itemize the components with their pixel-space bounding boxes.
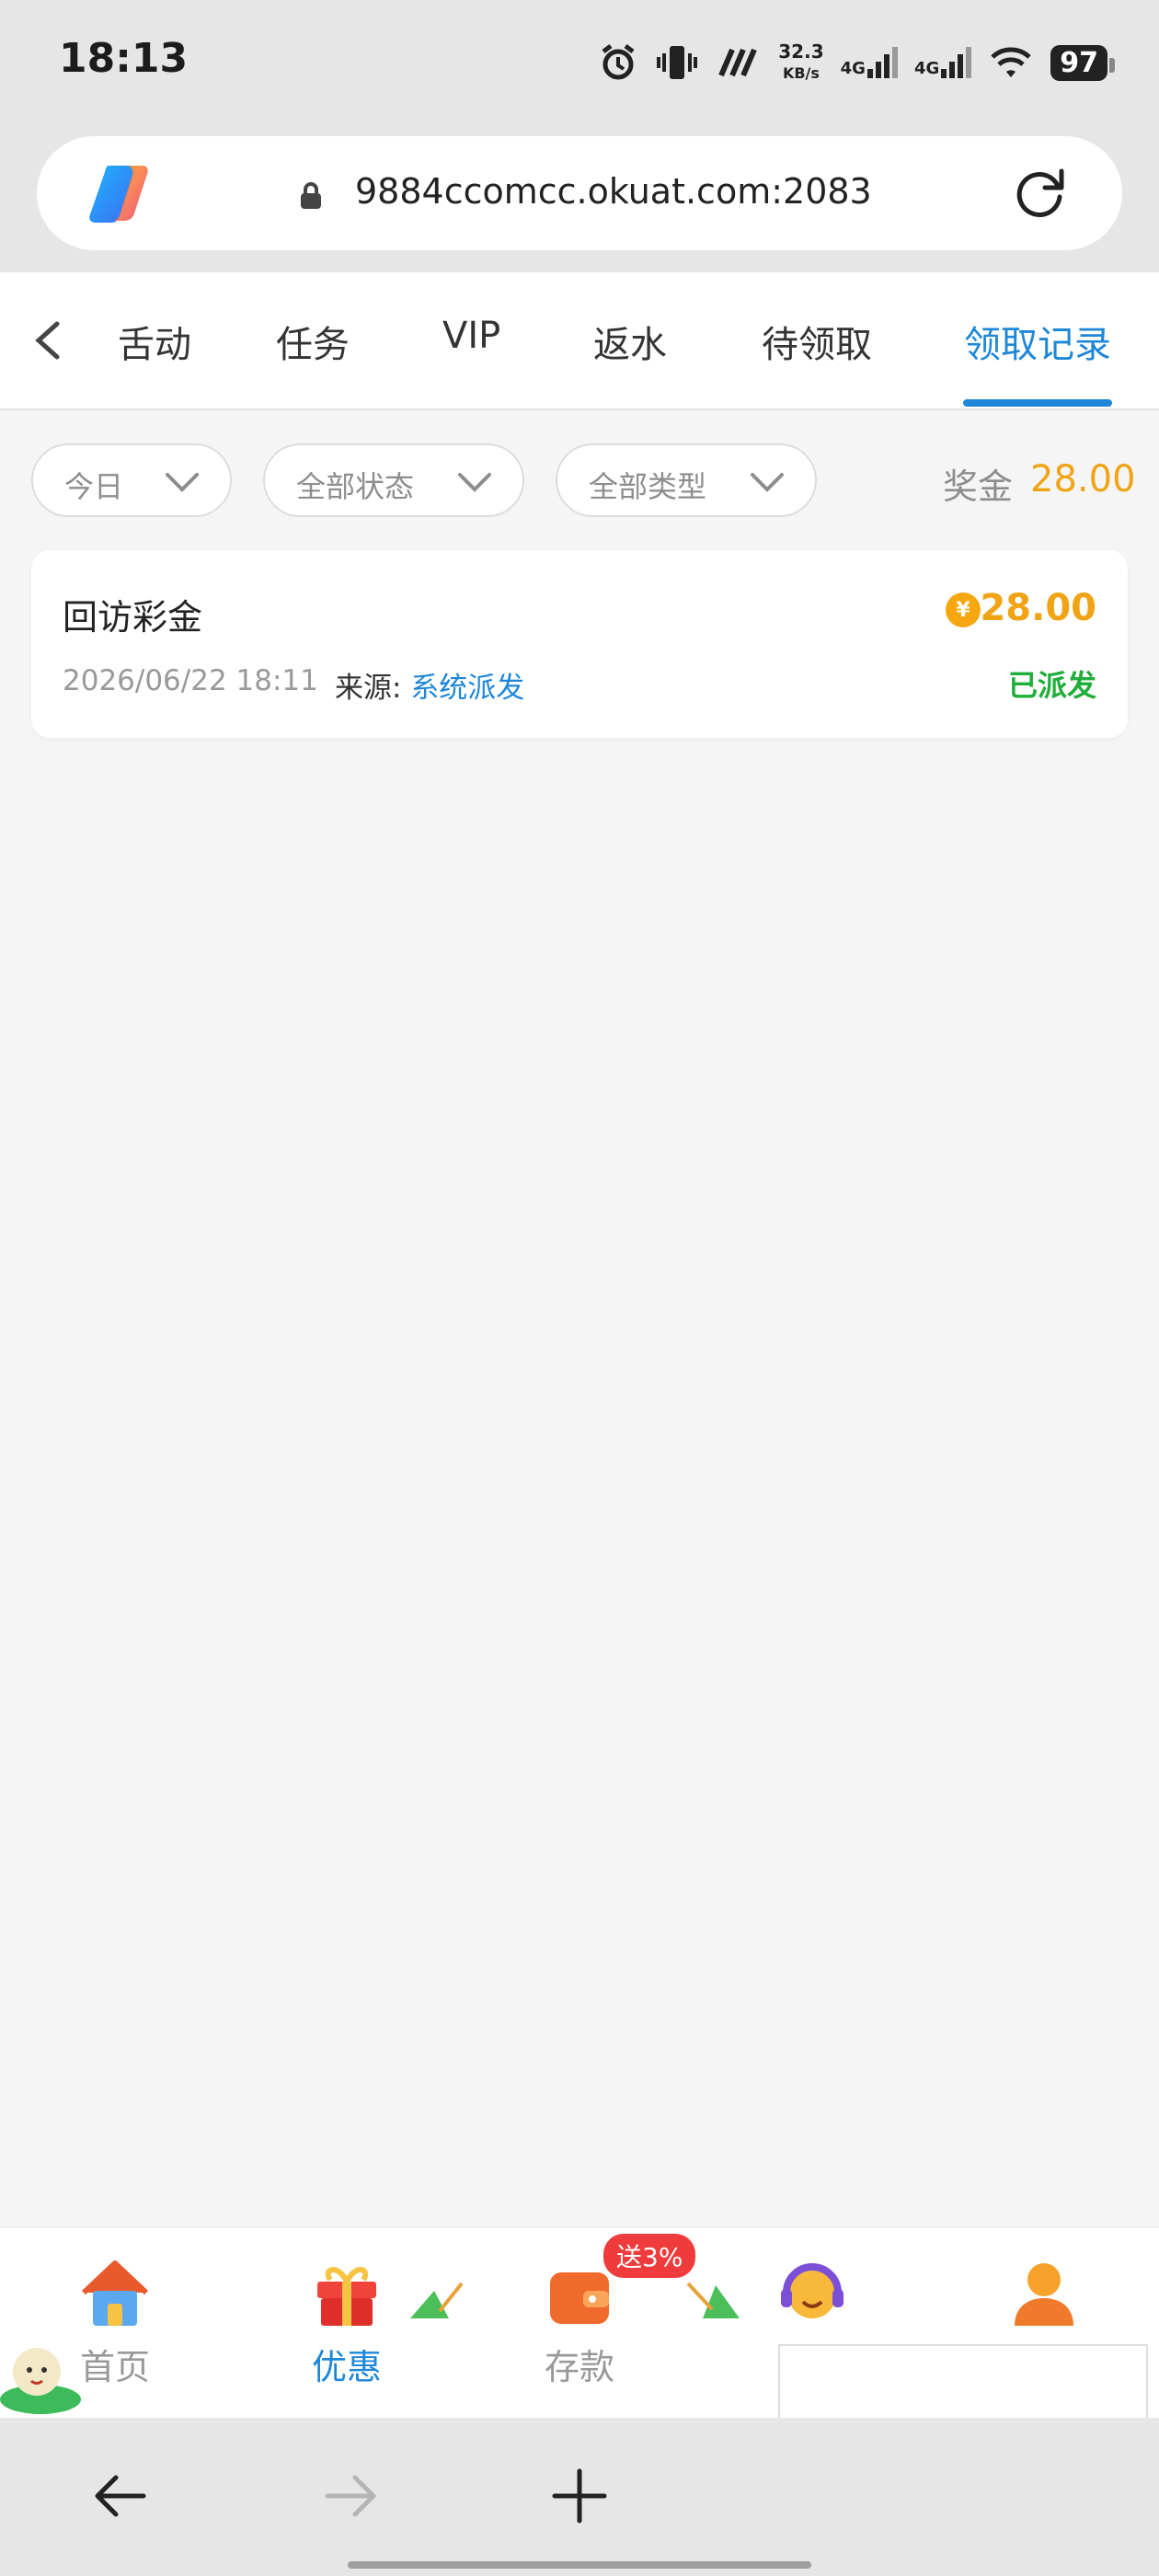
new-tab-plus-icon[interactable] [547,2464,612,2528]
bonus-total-label: 奖金 [943,466,1014,507]
zongzi-decoration-icon [410,2282,464,2318]
tab-pending[interactable]: 待领取 [762,315,872,368]
status-icons: 32.3 KB/s 4G 4G 97 [598,35,1115,90]
signal-2: 4G [913,47,972,78]
category-tabs: 舌动 任务 VIP 返水 待领取 领取记录 [0,272,1159,410]
active-tab-indicator [963,399,1112,407]
gift-icon [317,2267,376,2326]
forward-arrow-icon[interactable] [318,2464,383,2528]
tab-rebate[interactable]: 返水 [593,315,667,368]
nfc-icon [716,44,762,81]
deposit-bonus-badge: 送3% [603,2234,696,2278]
chevron-down-icon [458,473,491,492]
record-status-badge: 已派发 [1007,668,1096,703]
status-bar: 18:13 32.3 KB/s 4G 4G 97 [0,0,1159,129]
status-filter-label: 全部状态 [296,469,415,504]
record-title: 回访彩金 [63,597,203,638]
battery-indicator: 97 [1050,44,1115,81]
nav-promotions[interactable]: 优惠 [269,2256,425,2403]
record-card[interactable]: 回访彩金 2026/06/22 18:11 来源: 系统派发 ¥ 28.00 已… [31,550,1128,738]
net-speed-unit: KB/s [782,64,820,82]
browser-toolbar: 9884ccomcc.okuat.com:2083 [0,129,1159,272]
alarm-icon [598,42,638,83]
tabs-back-chevron-icon[interactable] [26,313,72,368]
status-filter-dropdown[interactable]: 全部状态 [263,443,524,517]
chevron-down-icon [166,473,199,492]
tab-tasks[interactable]: 任务 [276,315,350,368]
lock-icon [299,182,323,210]
record-datetime: 2026/06/22 18:11 [63,664,318,697]
nav-deposit[interactable]: 存款 [501,2256,658,2403]
support-icon [781,2263,843,2318]
copilot-logo-icon[interactable] [85,162,155,224]
vibrate-icon [655,42,699,83]
house-icon [81,2260,149,2326]
address-bar[interactable]: 9884ccomcc.okuat.com:2083 [37,136,1122,250]
record-source-value: 系统派发 [410,672,525,705]
chevron-down-icon [751,473,784,492]
back-arrow-icon[interactable] [88,2464,153,2528]
date-filter-dropdown[interactable]: 今日 [31,443,232,517]
bonus-total-value: 28.00 [1030,458,1136,500]
tab-vip[interactable]: VIP [442,315,500,357]
record-source: 来源: 系统派发 [335,664,524,706]
signal-1: 4G [841,47,898,78]
mascot-decoration-icon [0,2348,81,2414]
url-text[interactable]: 9884ccomcc.okuat.com:2083 [355,171,872,212]
browser-bottom-bar [0,2418,1159,2576]
status-time: 18:13 [59,35,189,82]
signal-2-label: 4G [913,59,940,78]
tab-claim-records[interactable]: 领取记录 [964,315,1111,368]
record-source-label: 来源: [335,672,402,705]
wifi-icon [988,44,1034,81]
type-filter-dropdown[interactable]: 全部类型 [556,443,817,517]
signal-bars-icon [941,47,972,78]
nav-deposit-label: 存款 [544,2347,614,2387]
record-amount: 28.00 [980,587,1096,629]
net-speed: 32.3 KB/s [778,41,823,84]
date-filter-label: 今日 [64,469,124,504]
tab-activity[interactable]: 舌动 [118,315,191,368]
home-indicator[interactable] [348,2561,811,2569]
coin-icon: ¥ [946,592,981,627]
nav-promotions-label: 优惠 [311,2347,382,2387]
type-filter-label: 全部类型 [589,469,707,504]
reload-icon[interactable] [1008,162,1071,224]
signal-1-label: 4G [840,59,866,78]
zongzi-decoration-icon [686,2282,740,2318]
net-speed-value: 32.3 [778,40,824,63]
signal-bars-icon [866,47,898,78]
profile-icon [1015,2263,1073,2326]
